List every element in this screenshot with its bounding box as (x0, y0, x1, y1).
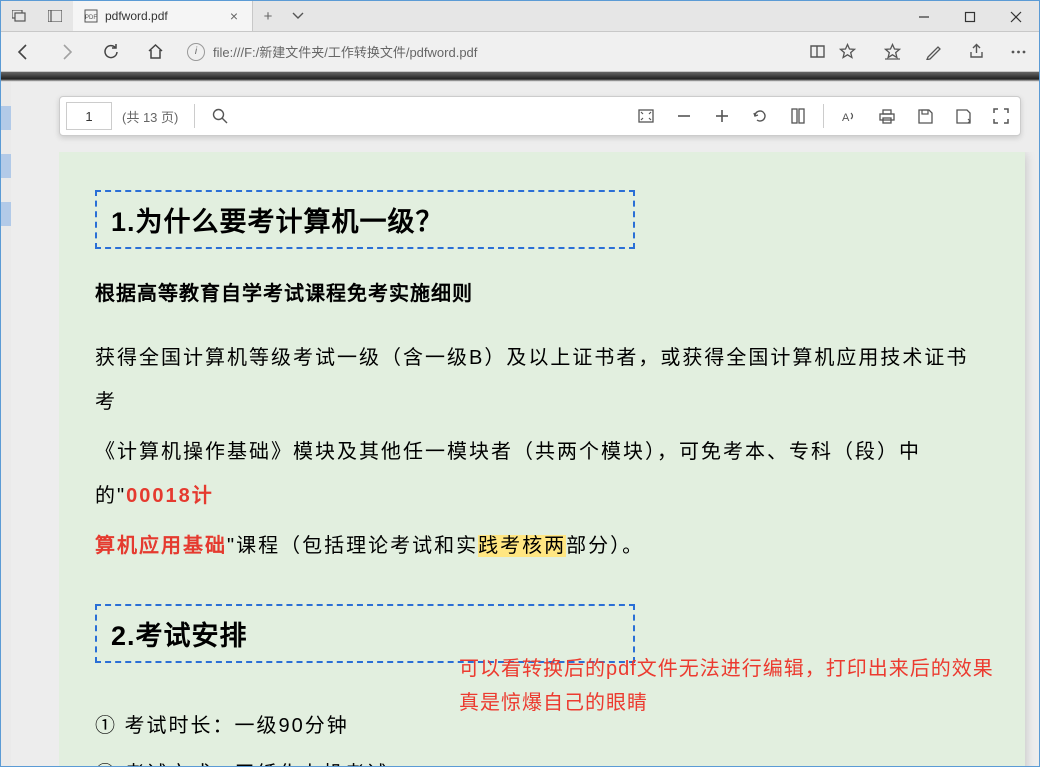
save-icon[interactable] (906, 97, 944, 135)
info-icon: i (187, 43, 205, 61)
page-total-label: (共 13 页) (122, 107, 178, 126)
titlebar: PDF pdfword.pdf × + (1, 1, 1039, 32)
pdf-viewer: (共 13 页) A (1, 82, 1039, 766)
settings-button[interactable] (997, 32, 1039, 72)
annotation-text: 可以看转换后的pdf文件无法进行编辑，打印出来后的效果 真是惊爆自己的眼睛 (459, 652, 1005, 720)
text-red: 算机应用基础 (95, 535, 227, 557)
browser-window: PDF pdfword.pdf × + (0, 0, 1040, 767)
search-icon[interactable] (201, 97, 239, 135)
tab-title: pdfword.pdf (105, 9, 220, 23)
annotation-line: 可以看转换后的pdf文件无法进行编辑，打印出来后的效果 (459, 652, 1005, 686)
annotation-line: 真是惊爆自己的眼睛 (459, 686, 1005, 720)
paragraph-line-3: 算机应用基础"课程（包括理论考试和实践考核两部分）。 (95, 524, 989, 568)
notes-button[interactable] (913, 32, 955, 72)
zoom-out-icon[interactable] (665, 97, 703, 135)
maximize-button[interactable] (947, 1, 993, 32)
fit-page-icon[interactable] (627, 97, 665, 135)
tab-close-button[interactable]: × (226, 8, 242, 24)
text-red: 00018计 (126, 485, 214, 507)
text: 获得全国计算机等级考试一级（含一级B）及以上证书者，或获得全国计算机应用技术证书… (95, 347, 968, 413)
close-window-button[interactable] (993, 1, 1039, 32)
text-highlight: 践考核两 (478, 535, 566, 557)
pdf-page: 1.为什么要考计算机一级？ 根据高等教育自学考试课程免考实施细则 获得全国计算机… (59, 152, 1025, 766)
titlebar-left (1, 1, 73, 31)
rotate-icon[interactable] (741, 97, 779, 135)
back-button[interactable] (1, 32, 45, 72)
favorite-star-icon[interactable] (839, 43, 861, 60)
layout-icon[interactable] (779, 97, 817, 135)
tab-menu-button[interactable] (283, 1, 313, 31)
pdf-toolbar: (共 13 页) A (59, 96, 1021, 136)
page-number-input[interactable] (66, 102, 112, 130)
fullscreen-icon[interactable] (982, 97, 1020, 135)
separator (194, 104, 195, 128)
forward-button[interactable] (45, 32, 89, 72)
heading-box: 1.为什么要考计算机一级？ (95, 190, 635, 249)
browser-tab[interactable]: PDF pdfword.pdf × (73, 1, 253, 31)
paragraph-line-2: 《计算机操作基础》模块及其他任一模块者（共两个模块），可免考本、专科（段）中的"… (95, 430, 989, 518)
home-button[interactable] (133, 32, 177, 72)
text: "课程（包括理论考试和实 (227, 535, 478, 557)
list-item: ② 考试方式：无纸化上机考试 (95, 753, 989, 766)
paragraph-line-1: 获得全国计算机等级考试一级（含一级B）及以上证书者，或获得全国计算机应用技术证书… (95, 336, 989, 424)
set-aside-button[interactable] (37, 1, 73, 32)
separator (823, 104, 824, 128)
new-tab-button[interactable]: + (253, 1, 283, 31)
svg-text:PDF: PDF (85, 15, 97, 21)
pdf-file-icon: PDF (83, 8, 99, 24)
svg-text:A: A (842, 112, 850, 123)
minimize-button[interactable] (901, 1, 947, 32)
zoom-in-icon[interactable] (703, 97, 741, 135)
url-box[interactable]: i file:///F:/新建文件夹/工作转换文件/pdfword.pdf (177, 38, 871, 66)
left-dock-edge (1, 82, 11, 766)
text: 《计算机操作基础》模块及其他任一模块者（共两个模块），可免考本、专科（段）中的" (95, 441, 921, 507)
decorative-strip (1, 72, 1039, 82)
read-aloud-icon[interactable]: A (830, 97, 868, 135)
subheading: 根据高等教育自学考试课程免考实施细则 (95, 277, 989, 306)
text: 部分）。 (566, 535, 644, 557)
favorites-button[interactable] (871, 32, 913, 72)
tabs-overview-button[interactable] (1, 1, 37, 32)
url-text: file:///F:/新建文件夹/工作转换文件/pdfword.pdf (213, 42, 801, 61)
address-bar: i file:///F:/新建文件夹/工作转换文件/pdfword.pdf (1, 32, 1039, 72)
reading-view-icon[interactable] (809, 43, 831, 60)
heading-2: 2.考试安排 (111, 614, 619, 653)
print-icon[interactable] (868, 97, 906, 135)
share-button[interactable] (955, 32, 997, 72)
save-as-icon[interactable] (944, 97, 982, 135)
page-scroll-area[interactable]: 1.为什么要考计算机一级？ 根据高等教育自学考试课程免考实施细则 获得全国计算机… (59, 152, 1039, 766)
refresh-button[interactable] (89, 32, 133, 72)
heading-1: 1.为什么要考计算机一级？ (111, 200, 619, 239)
